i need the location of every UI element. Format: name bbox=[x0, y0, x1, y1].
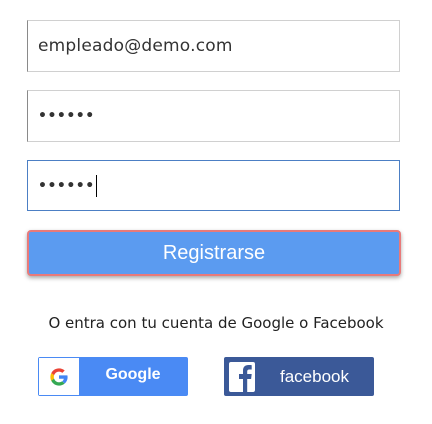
facebook-f-icon bbox=[229, 361, 255, 392]
password-value: •••••• bbox=[38, 108, 95, 124]
text-caret bbox=[95, 174, 97, 197]
email-value: empleado@demo.com bbox=[38, 36, 233, 56]
email-field[interactable]: empleado@demo.com bbox=[27, 20, 400, 72]
google-login-label: Google bbox=[105, 365, 161, 383]
register-button[interactable]: Registrarse bbox=[27, 230, 401, 276]
google-g-icon bbox=[39, 358, 79, 395]
facebook-login-label: facebook bbox=[280, 366, 349, 386]
confirm-password-field[interactable]: •••••• bbox=[27, 160, 400, 211]
confirm-password-value: •••••• bbox=[38, 177, 95, 194]
google-login-button[interactable]: Google bbox=[38, 357, 188, 396]
alt-login-text: O entra con tu cuenta de Google o Facebo… bbox=[48, 314, 384, 332]
password-field[interactable]: •••••• bbox=[27, 90, 400, 142]
facebook-login-button[interactable]: facebook bbox=[224, 357, 374, 396]
register-page: empleado@demo.com •••••• •••••• Registra… bbox=[0, 0, 432, 424]
